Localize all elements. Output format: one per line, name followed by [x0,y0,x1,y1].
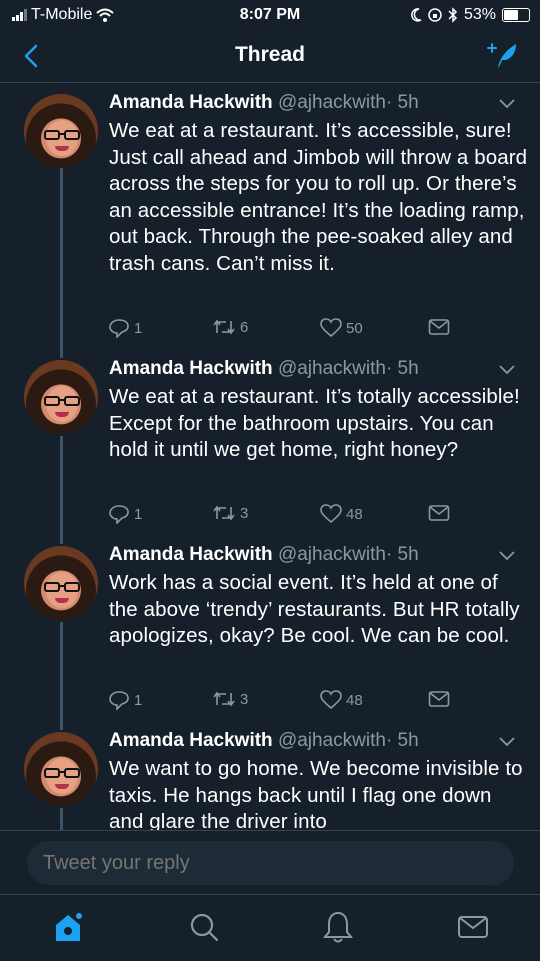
nav-bar: Thread [0,30,540,83]
compose-tweet-icon[interactable] [486,40,520,72]
tweet-text: We eat at a restaurant. It’s totally acc… [109,385,520,461]
avatar[interactable] [24,360,98,434]
author-name[interactable]: Amanda Hackwith [109,730,273,751]
notifications-bell-icon[interactable] [320,909,356,945]
avatar[interactable] [24,94,98,168]
tweet[interactable]: Amanda Hackwith @ajhackwith· 5h We eat a… [0,82,540,350]
thread-timeline[interactable]: Amanda Hackwith @ajhackwith· 5h We eat a… [0,82,540,830]
chevron-down-icon[interactable] [498,98,516,110]
direct-message-button[interactable] [428,504,450,522]
reply-button[interactable]: 1 [108,690,142,710]
thread-line [60,722,63,730]
tweet-time: · 5h [385,544,419,565]
tweet-header: Amanda Hackwith @ajhackwith· 5h [109,730,419,752]
thread-line [60,808,63,830]
like-button[interactable]: 50 [320,318,363,338]
orientation-lock-icon [428,8,442,22]
page-title: Thread [234,43,305,66]
tweet-text: Work has a social event. It’s held at on… [109,571,520,647]
reply-icon [109,691,129,710]
author-handle[interactable]: @ajhackwith [278,92,386,113]
bluetooth-icon [448,7,458,23]
like-button[interactable]: 48 [320,690,363,710]
tweet-text: We eat at a restaurant. It’s accessible,… [109,119,528,275]
tweet-time: · 5h [385,730,419,751]
author-handle[interactable]: @ajhackwith [278,730,386,751]
chevron-down-icon[interactable] [498,364,516,376]
retweet-button[interactable]: 6 [212,318,248,336]
tweet-actions: 1 6 50 [108,318,458,340]
chevron-down-icon[interactable] [498,736,516,748]
avatar[interactable] [24,546,98,620]
author-name[interactable]: Amanda Hackwith [109,92,273,113]
reply-count: 1 [134,319,143,337]
reply-icon [109,319,129,338]
chevron-down-icon[interactable] [498,550,516,562]
tweet[interactable]: Amanda Hackwith @ajhackwith· 5h Work has… [0,536,540,722]
thread-line [60,622,63,722]
messages-envelope-icon[interactable] [455,909,491,945]
envelope-icon [428,319,450,335]
author-handle[interactable]: @ajhackwith [278,544,386,565]
direct-message-button[interactable] [428,318,450,336]
retweet-count: 3 [240,504,249,522]
search-icon[interactable] [186,909,222,945]
envelope-icon [428,691,450,707]
reply-button[interactable]: 1 [108,318,142,338]
retweet-button[interactable]: 3 [212,690,248,708]
retweet-count: 6 [240,318,249,336]
status-right: 53% [410,6,530,24]
thread-line [60,350,63,358]
thread-line [60,162,63,350]
tweet-actions: 1 3 48 [108,504,458,526]
battery-icon [502,8,530,22]
tweet-header: Amanda Hackwith @ajhackwith· 5h [109,92,419,114]
avatar[interactable] [24,732,98,806]
author-name[interactable]: Amanda Hackwith [109,544,273,565]
author-handle[interactable]: @ajhackwith [278,358,386,379]
retweet-icon [213,319,235,335]
tweet[interactable]: Amanda Hackwith @ajhackwith· 5h We want … [0,722,540,830]
heart-icon [320,318,342,338]
like-count: 48 [346,505,363,523]
tweet-time: · 5h [385,92,419,113]
tweet-header: Amanda Hackwith @ajhackwith· 5h [109,544,419,566]
retweet-icon [213,691,235,707]
reply-bar [0,830,540,895]
tweet-text: We want to go home. We become invisible … [109,757,523,830]
heart-icon [320,690,342,710]
home-icon[interactable] [50,909,86,945]
moon-icon [411,8,422,22]
tweet-header: Amanda Hackwith @ajhackwith· 5h [109,358,419,380]
like-count: 48 [346,691,363,709]
author-name[interactable]: Amanda Hackwith [109,358,273,379]
battery-percent: 53% [463,6,496,23]
status-bar: T-Mobile 8:07 PM 53% [0,0,540,30]
direct-message-button[interactable] [428,690,450,708]
reply-button[interactable]: 1 [108,504,142,524]
like-button[interactable]: 48 [320,504,363,524]
tweet-actions: 1 3 48 [108,690,458,712]
reply-input[interactable] [27,841,514,885]
battery-level [504,10,518,20]
reply-count: 1 [134,505,143,523]
retweet-count: 3 [240,690,249,708]
heart-icon [320,504,342,524]
thread-line [60,436,63,536]
envelope-icon [428,505,450,521]
retweet-button[interactable]: 3 [212,504,248,522]
like-count: 50 [346,319,363,337]
thread-line [60,536,63,544]
tab-bar [0,894,540,961]
retweet-icon [213,505,235,521]
reply-icon [109,505,129,524]
tweet-time: · 5h [385,358,419,379]
reply-count: 1 [134,691,143,709]
